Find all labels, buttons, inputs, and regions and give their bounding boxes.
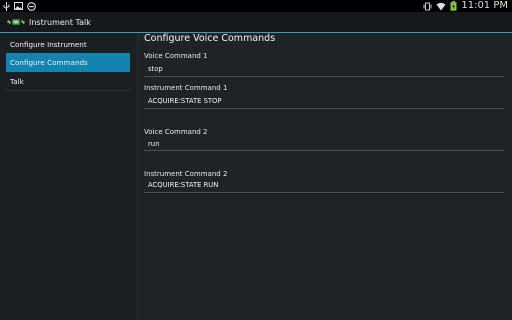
- voice-command-2-label: Voice Command 2: [144, 128, 208, 136]
- status-right-icons: 11:01 PM: [423, 0, 508, 12]
- voice-command-1-field[interactable]: stop: [148, 65, 163, 73]
- sidebar-item-configure-commands[interactable]: Configure Commands: [6, 53, 130, 72]
- voice-command-1-underline: [144, 76, 504, 77]
- app-title: Instrument Talk: [29, 17, 91, 27]
- battery-icon: [450, 1, 457, 11]
- action-bar: Instrument Talk: [0, 12, 512, 33]
- instrument-command-2-field[interactable]: ACQUIRE:STATE RUN: [148, 181, 218, 189]
- instrument-command-1-label: Instrument Command 1: [144, 84, 228, 92]
- dnd-icon: [27, 1, 36, 11]
- instrument-icon[interactable]: [7, 17, 25, 27]
- status-time: 11:01 PM: [461, 0, 508, 11]
- vibrate-icon: [423, 2, 432, 10]
- sidebar-item-configure-instrument[interactable]: Configure Instrument: [6, 35, 130, 54]
- voice-command-1-label: Voice Command 1: [144, 52, 208, 60]
- sidebar-item-talk[interactable]: Talk: [6, 72, 130, 91]
- instrument-command-1-field[interactable]: ACQUIRE:STATE STOP: [148, 97, 222, 105]
- usb-icon: [3, 1, 10, 11]
- image-icon: [14, 2, 23, 10]
- sidebar: Configure Instrument Configure Commands …: [0, 33, 137, 320]
- status-left-icons: [3, 1, 36, 11]
- voice-command-2-underline: [144, 150, 504, 151]
- status-bar: 11:01 PM: [0, 0, 512, 12]
- main-panel: Configure Voice Commands Voice Command 1…: [138, 33, 512, 320]
- voice-command-2-field[interactable]: run: [148, 140, 159, 148]
- instrument-command-2-label: Instrument Command 2: [144, 170, 228, 178]
- wifi-icon: [436, 2, 446, 10]
- instrument-command-1-underline: [144, 108, 504, 109]
- page-title: Configure Voice Commands: [144, 33, 276, 44]
- instrument-command-2-underline: [144, 192, 504, 193]
